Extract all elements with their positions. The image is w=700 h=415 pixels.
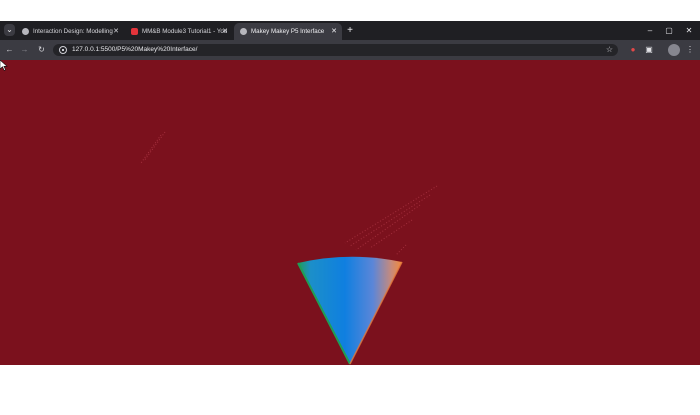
tab-search-button[interactable]: ⌄ xyxy=(4,24,15,36)
new-tab-button[interactable]: + xyxy=(344,23,356,38)
close-icon[interactable]: ✕ xyxy=(221,23,229,40)
tab-makey-makey[interactable]: Makey Makey P5 Interface ✕ xyxy=(234,23,342,40)
mouse-cursor-icon xyxy=(0,60,8,71)
bookmark-star-icon[interactable]: ☆ xyxy=(606,44,613,56)
tab-title: MM&B Module3 Tutorial1 - You xyxy=(142,28,228,35)
tab-mmb-tutorial[interactable]: MM&B Module3 Tutorial1 - You ✕ xyxy=(125,23,233,40)
record-icon[interactable]: ● xyxy=(627,44,639,56)
globe-icon xyxy=(22,28,29,35)
youtube-icon xyxy=(131,28,138,35)
tab-title: Interaction Design: Modelling xyxy=(33,28,113,35)
tab-bar: ⌄ Interaction Design: Modelling ✕ MM&B M… xyxy=(0,21,700,40)
forward-button[interactable]: → xyxy=(18,43,31,57)
maximize-button[interactable]: ▢ xyxy=(659,22,679,39)
motion-trail-right xyxy=(344,185,438,256)
plus-icon: + xyxy=(347,25,353,36)
cone-shape xyxy=(297,256,403,365)
chevron-down-icon: ⌄ xyxy=(6,25,13,34)
back-button[interactable]: ← xyxy=(3,43,16,57)
url-text[interactable]: 127.0.0.1:5500/P5%20Makey%20Interface/ xyxy=(72,44,197,56)
tab-title: Makey Makey P5 Interface xyxy=(251,28,325,35)
p5-canvas[interactable] xyxy=(0,60,700,365)
profile-avatar-icon[interactable] xyxy=(668,44,680,56)
tab-interaction-design[interactable]: Interaction Design: Modelling ✕ xyxy=(16,23,124,40)
motion-trail-upper xyxy=(140,131,166,164)
site-info-icon[interactable] xyxy=(59,46,67,54)
browser-toolbar: ← → ↻ 127.0.0.1:5500/P5%20Makey%20Interf… xyxy=(0,40,700,60)
canvas-drawing xyxy=(140,131,438,365)
reload-button[interactable]: ↻ xyxy=(35,43,48,57)
browser-window: ⌄ Interaction Design: Modelling ✕ MM&B M… xyxy=(0,21,700,365)
globe-icon xyxy=(240,28,247,35)
close-window-button[interactable]: ✕ xyxy=(679,22,699,39)
menu-icon[interactable]: ⋮ xyxy=(684,44,696,56)
extensions-icon[interactable]: ▣ xyxy=(643,44,655,56)
address-bar[interactable]: 127.0.0.1:5500/P5%20Makey%20Interface/ ☆ xyxy=(53,44,618,56)
close-icon[interactable]: ✕ xyxy=(112,23,120,40)
minimize-button[interactable]: – xyxy=(640,22,660,39)
close-icon[interactable]: ✕ xyxy=(330,23,338,40)
